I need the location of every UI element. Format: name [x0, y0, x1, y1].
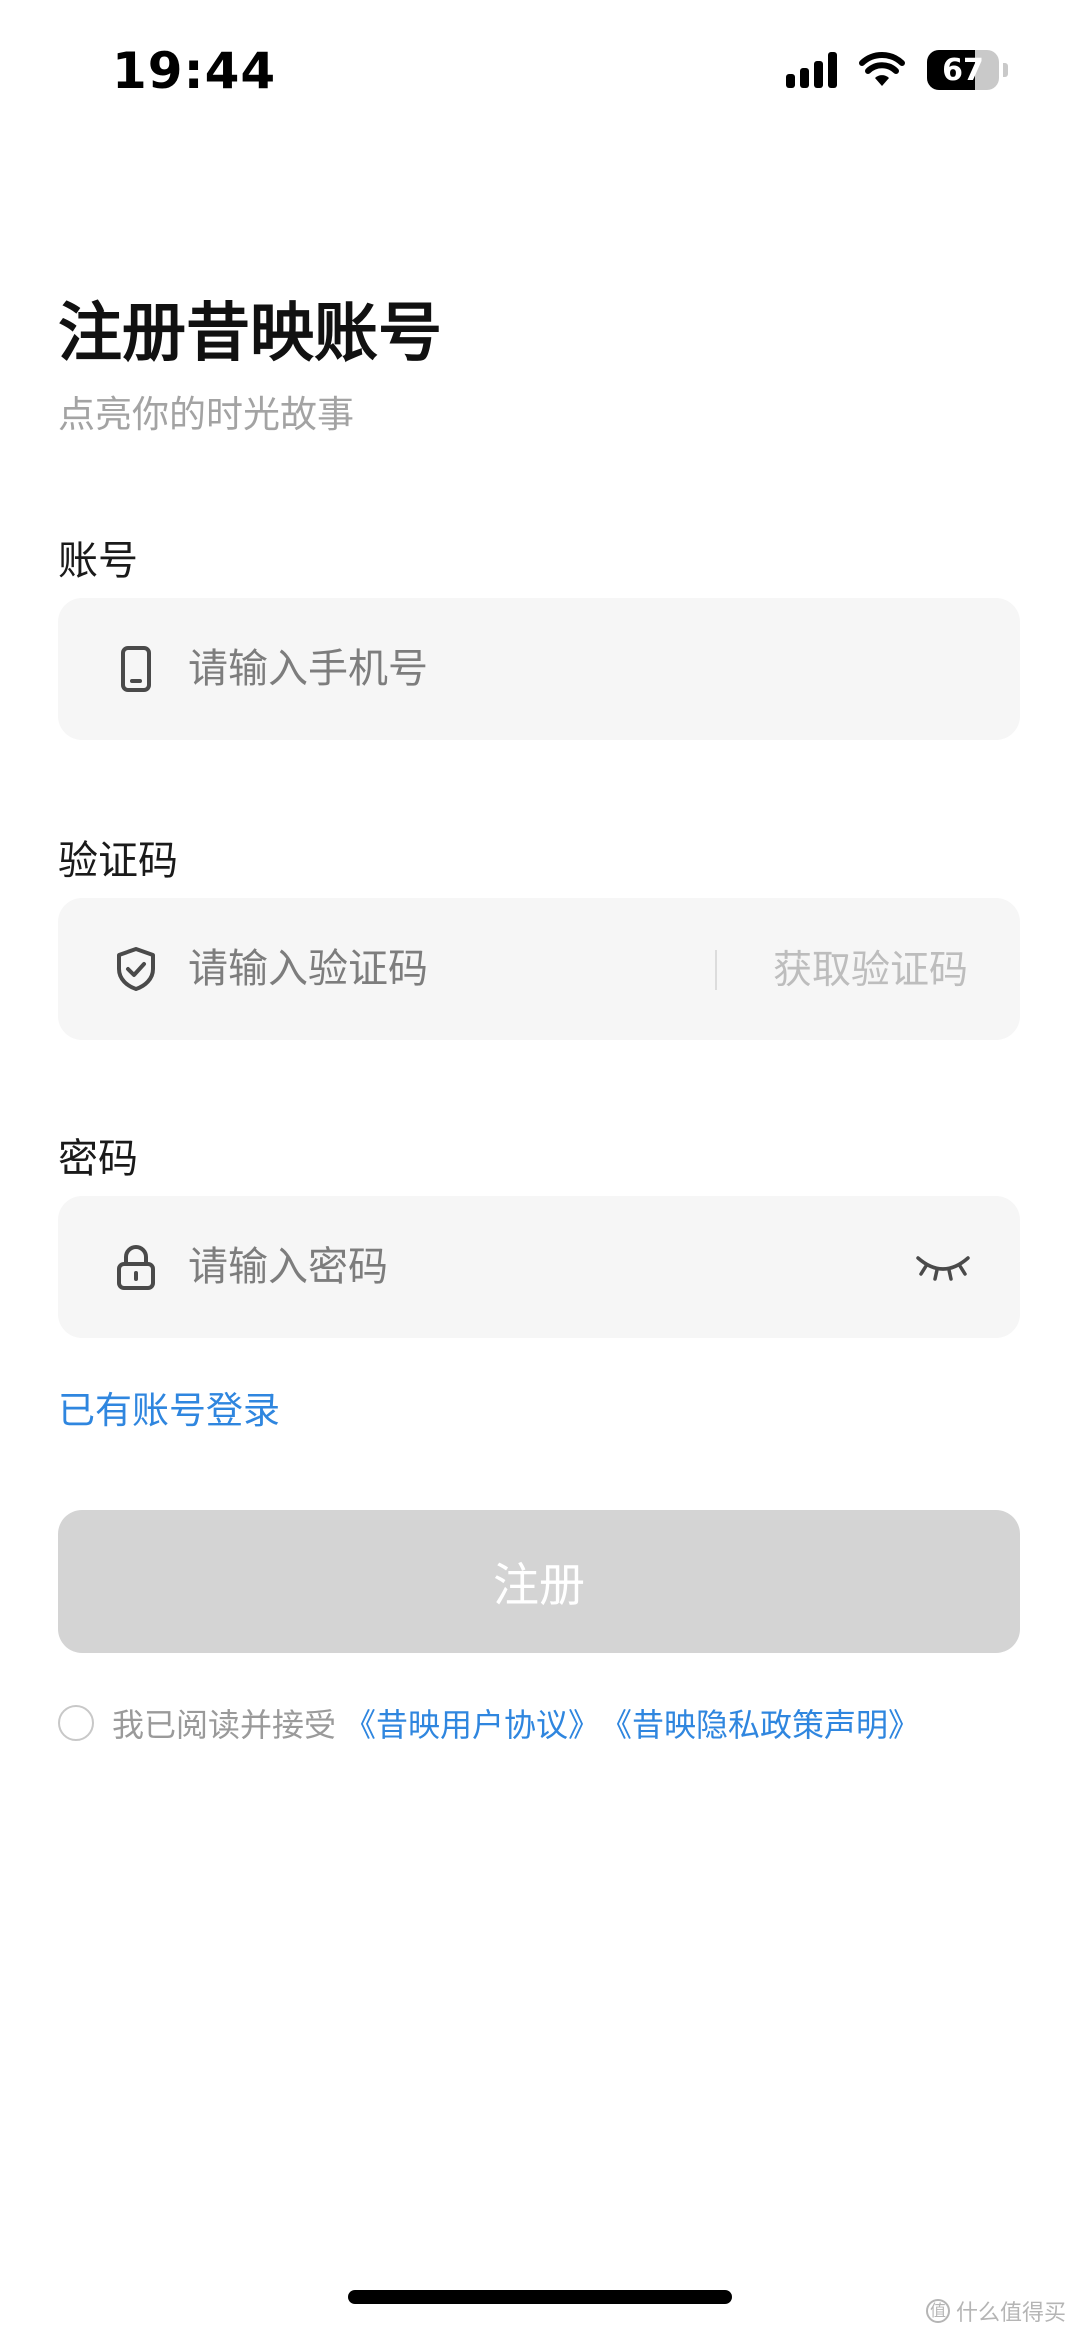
privacy-policy-link[interactable]: 《昔映隐私政策声明》 [600, 1700, 920, 1746]
page-title: 注册昔映账号 [58, 297, 442, 371]
cellular-signal-icon [786, 52, 837, 88]
shield-check-icon [117, 947, 155, 991]
watermark: 值 什么值得买 [925, 2295, 1066, 2327]
status-bar: 19:44 67 [0, 0, 1080, 140]
lock-icon [117, 1245, 155, 1290]
eye-closed-icon[interactable] [914, 1250, 972, 1284]
code-divider [715, 950, 717, 990]
page-subtitle: 点亮你的时光故事 [58, 393, 354, 436]
battery-percent: 67 [942, 52, 984, 88]
phone-icon [121, 646, 151, 692]
password-label: 密码 [58, 1136, 138, 1182]
watermark-logo-icon: 值 [925, 2299, 950, 2323]
agreement-text: 我已阅读并接受 [112, 1706, 337, 1744]
login-link[interactable]: 已有账号登录 [58, 1380, 280, 1434]
status-icons: 67 [786, 50, 1008, 90]
get-code-button[interactable]: 获取验证码 [773, 898, 968, 1040]
battery-tip [1003, 63, 1008, 77]
agreement-row: 我已阅读并接受 《昔映用户协议》 《昔映隐私政策声明》 [58, 1700, 920, 1746]
user-agreement-link[interactable]: 《昔映用户协议》 [344, 1700, 600, 1746]
status-time: 19:44 [112, 42, 277, 100]
agreement-checkbox[interactable] [58, 1705, 94, 1741]
code-input[interactable] [188, 898, 708, 1040]
account-label: 账号 [58, 538, 138, 584]
phone-input[interactable] [188, 598, 708, 740]
wifi-icon [859, 52, 905, 86]
register-button[interactable]: 注册 [58, 1510, 1020, 1653]
watermark-text: 什么值得买 [955, 2301, 1066, 2326]
home-indicator[interactable] [348, 2290, 732, 2304]
account-field[interactable] [58, 598, 1020, 740]
password-field[interactable] [58, 1196, 1020, 1338]
password-input[interactable] [188, 1196, 708, 1338]
battery-indicator: 67 [927, 50, 999, 90]
code-label: 验证码 [58, 838, 178, 884]
code-field[interactable]: 获取验证码 [58, 898, 1020, 1040]
